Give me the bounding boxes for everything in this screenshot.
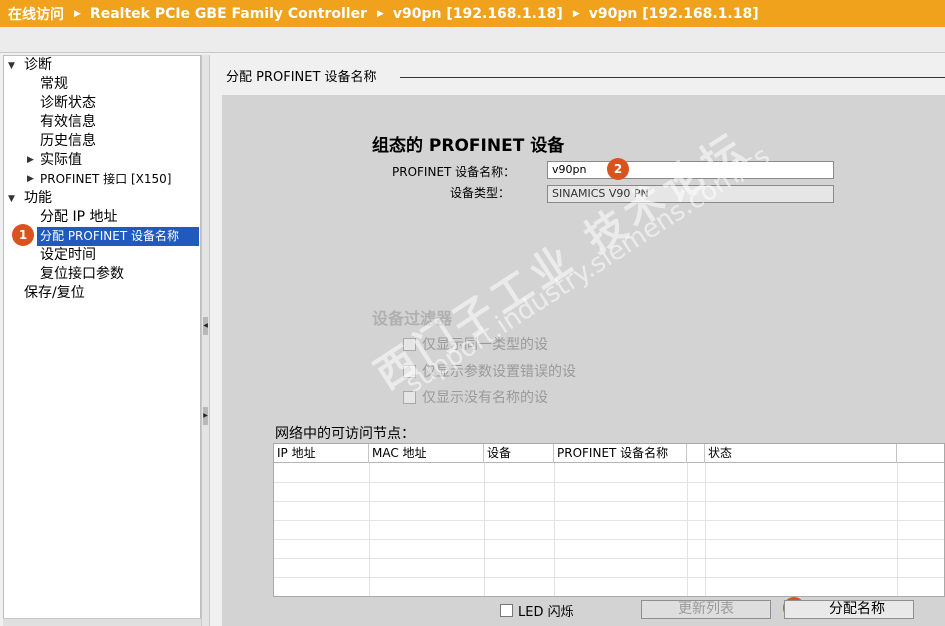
filter-same-type-checkbox[interactable]: [403, 337, 416, 351]
tree-item-valid-info[interactable]: 有效信息: [40, 113, 96, 132]
table-row: [274, 558, 944, 559]
expand-arrow-icon[interactable]: ▼: [8, 194, 15, 204]
table-header: IP 地址 MAC 地址 设备 PROFINET 设备名称 状态: [274, 444, 944, 463]
tree-item-set-time[interactable]: 设定时间: [40, 246, 96, 265]
breadcrumb-device-current[interactable]: v90pn [192.168.1.18]: [589, 6, 759, 22]
tree-item-general[interactable]: 常规: [40, 75, 68, 94]
filter-no-name-checkbox[interactable]: [403, 390, 416, 404]
collapsed-arrow-icon[interactable]: ▶: [27, 174, 34, 184]
step-badge-1: 1: [12, 224, 34, 246]
tree-item-functions[interactable]: 功能: [24, 189, 52, 208]
step-badge-2: 2: [607, 158, 629, 180]
toolbar-strip: [0, 27, 945, 53]
collapsed-arrow-icon[interactable]: ▶: [27, 155, 34, 165]
tree-item-profinet-interface[interactable]: PROFINET 接口 [X150]: [40, 170, 171, 189]
column-header-blank[interactable]: [687, 444, 705, 463]
filter-no-name-label: 仅显示没有名称的设: [422, 390, 548, 406]
led-flash-label: LED 闪烁: [518, 605, 574, 620]
assign-name-button-label: 分配名称: [829, 601, 885, 617]
chevron-right-icon: ▶: [74, 8, 81, 19]
chevron-right-icon: ▶: [376, 8, 384, 19]
tree-item-actual-values[interactable]: 实际值: [40, 151, 82, 170]
led-flash-checkbox[interactable]: [500, 604, 513, 617]
breadcrumb-device[interactable]: v90pn [192.168.1.18]: [393, 6, 563, 22]
tree-item-diagnostics[interactable]: 诊断: [24, 56, 52, 75]
accessible-nodes-label: 网络中的可访问节点：: [275, 426, 415, 442]
table-row: [274, 501, 944, 502]
section-divider: [400, 77, 945, 78]
tree-horizontal-scrollbar[interactable]: [3, 618, 201, 626]
filter-bad-params-checkbox[interactable]: [403, 364, 416, 378]
device-name-input[interactable]: v90pn: [547, 161, 834, 179]
section-title: 分配 PROFINET 设备名称: [226, 70, 377, 85]
led-flash-option[interactable]: LED 闪烁: [500, 601, 574, 620]
filter-no-name-option[interactable]: 仅显示没有名称的设: [403, 388, 548, 406]
breadcrumb: 在线访问 ▶ Realtek PCIe GBE Family Controlle…: [0, 0, 945, 27]
breadcrumb-online-access[interactable]: 在线访问: [8, 4, 64, 24]
table-row: [274, 520, 944, 521]
panel-splitter[interactable]: ◀ ▶: [201, 55, 210, 626]
tree-item-save-reset[interactable]: 保存/复位: [24, 284, 85, 303]
device-type-label: 设备类型：: [450, 186, 511, 200]
tree-item-reset-interface[interactable]: 复位接口参数: [40, 265, 124, 284]
breadcrumb-network-adapter[interactable]: Realtek PCIe GBE Family Controller: [90, 6, 367, 22]
column-header-mac[interactable]: MAC 地址: [369, 444, 484, 463]
filter-bad-params-label: 仅显示参数设置错误的设: [422, 364, 576, 380]
column-header-ip[interactable]: IP 地址: [274, 444, 369, 463]
tree-item-assign-ip[interactable]: 分配 IP 地址: [40, 208, 117, 227]
accessible-nodes-table[interactable]: IP 地址 MAC 地址 设备 PROFINET 设备名称 状态: [273, 443, 945, 597]
device-name-label: PROFINET 设备名称：: [392, 165, 516, 179]
tree-item-diag-status[interactable]: 诊断状态: [40, 94, 96, 113]
filter-bad-params-option[interactable]: 仅显示参数设置错误的设: [403, 362, 576, 380]
column-header-profinet-name[interactable]: PROFINET 设备名称: [554, 444, 687, 463]
collapse-left-icon[interactable]: ◀: [203, 317, 208, 335]
chevron-right-icon: ▶: [572, 8, 580, 19]
device-type-field: SINAMICS V90 PN: [547, 185, 834, 203]
table-row: [274, 482, 944, 483]
assign-name-button[interactable]: 分配名称: [784, 600, 914, 619]
column-header-device[interactable]: 设备: [484, 444, 554, 463]
device-filter-heading: 设备过滤器: [372, 309, 453, 328]
navigation-tree: ▼ 诊断 常规 诊断状态 有效信息 历史信息 ▶ 实际值 ▶ PROFINET …: [3, 55, 201, 626]
column-header-status[interactable]: 状态: [705, 444, 897, 463]
refresh-list-button[interactable]: 更新列表: [641, 600, 771, 619]
expand-right-icon[interactable]: ▶: [203, 407, 208, 425]
filter-same-type-label: 仅显示同一类型的设: [422, 337, 548, 353]
filter-same-type-option[interactable]: 仅显示同一类型的设: [403, 335, 548, 353]
table-row: [274, 577, 944, 578]
configured-device-heading: 组态的 PROFINET 设备: [372, 136, 565, 156]
table-row: [274, 539, 944, 540]
tree-item-history[interactable]: 历史信息: [40, 132, 96, 151]
tree-item-assign-name[interactable]: 分配 PROFINET 设备名称: [37, 227, 199, 246]
expand-arrow-icon[interactable]: ▼: [8, 61, 15, 71]
